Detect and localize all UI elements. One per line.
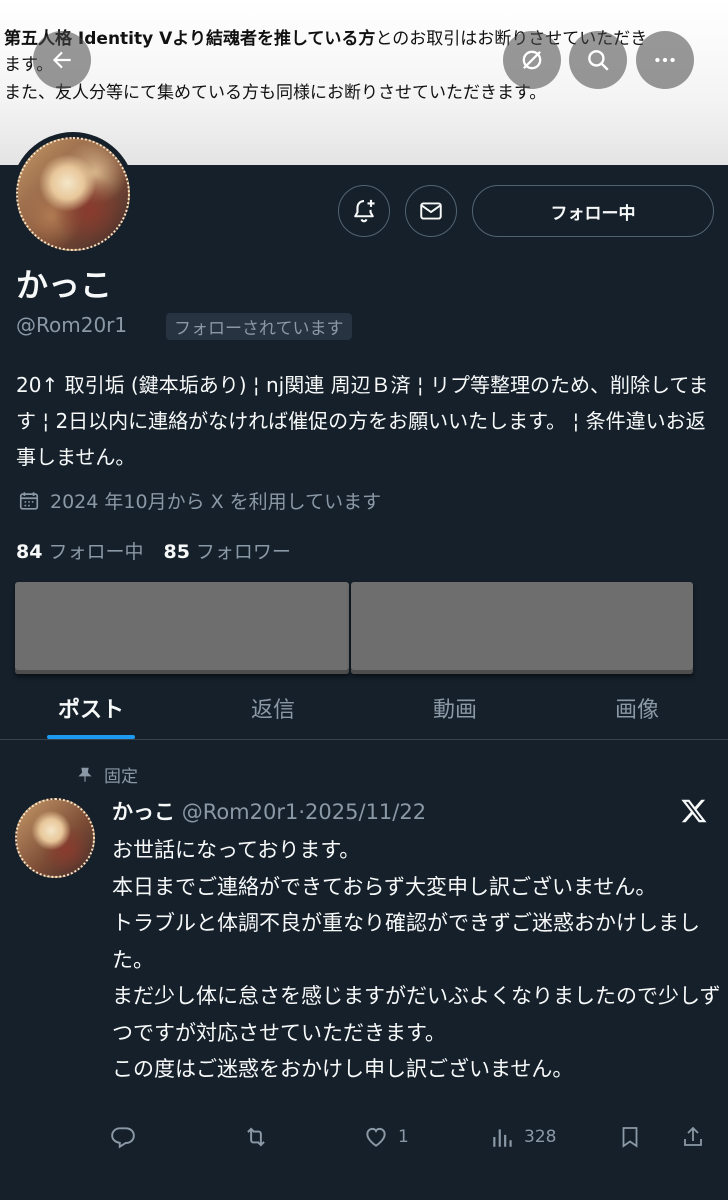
reply-button[interactable] [110, 1124, 136, 1150]
tab-posts[interactable]: ポスト [0, 676, 182, 739]
profile-tabs: ポスト 返信 動画 画像 [0, 676, 728, 740]
follow-counts: 84 フォロー中 85 フォロワー [16, 537, 291, 564]
pinned-indicator: 固定 [76, 762, 138, 787]
follows-you-badge: フォローされています [166, 313, 352, 340]
more-button[interactable] [636, 31, 694, 89]
profile-handle: @Rom20r1 [16, 313, 128, 337]
view-count: 328 [524, 1127, 557, 1147]
share-button[interactable] [681, 1124, 705, 1150]
followers-link[interactable]: 85 フォロワー [163, 537, 290, 564]
post-date[interactable]: 2025/11/22 [305, 800, 426, 824]
tab-media[interactable]: 画像 [546, 676, 728, 739]
like-button[interactable]: 1 [362, 1124, 409, 1150]
joined-date: 2024 年10月から X を利用しています [18, 487, 381, 514]
post-avatar[interactable] [15, 798, 95, 878]
redacted-block [351, 582, 693, 674]
more-icon [655, 57, 675, 63]
like-count: 1 [398, 1127, 409, 1147]
post-header: かっこ @Rom20r1·2025/11/22 [112, 796, 426, 826]
mute-button[interactable] [503, 31, 561, 89]
following-link[interactable]: 84 フォロー中 [16, 537, 143, 564]
profile-bio: 20↑ 取引垢 (鍵本垢あり) ¦ nj関連 周辺Ｂ済 ¦ リプ等整理のため、削… [16, 373, 709, 469]
repost-button[interactable] [242, 1124, 270, 1150]
post-body: お世話になっております。 本日までご連絡ができておらず大変申し訳ございません。 … [112, 838, 721, 1081]
bell-plus-icon [354, 199, 375, 223]
share-icon [684, 1126, 702, 1146]
back-arrow-icon [52, 51, 71, 69]
tab-videos[interactable]: 動画 [364, 676, 546, 739]
x-logo-icon [679, 796, 709, 830]
repost-icon [247, 1127, 265, 1147]
following-label: フォロー中 [48, 541, 144, 563]
pinned-label: 固定 [104, 767, 138, 787]
followers-count: 85 [163, 541, 190, 563]
tab-replies[interactable]: 返信 [182, 676, 364, 739]
followers-label: フォロワー [195, 541, 291, 563]
views-button[interactable]: 328 [490, 1124, 556, 1150]
profile-banner: 第五人格 Identity Vより結魂者を推している方とのお取引はお断りさせてい… [0, 0, 728, 165]
search-button[interactable] [569, 31, 627, 89]
profile-name: かっこ [16, 266, 113, 304]
bookmark-button[interactable] [618, 1124, 642, 1150]
avatar-image [16, 137, 130, 251]
profile-avatar[interactable] [11, 132, 135, 256]
banner-text-line2: また、友人分等にて集めている方も同様にお断りさせていただきます。 [4, 83, 547, 103]
post-actions: 1 328 [0, 1124, 728, 1154]
calendar-icon [19, 491, 39, 510]
envelope-icon [420, 202, 442, 220]
redacted-block [15, 582, 349, 674]
heart-icon [366, 1127, 386, 1147]
views-bar-chart-icon [493, 1129, 512, 1147]
bookmark-icon [622, 1127, 638, 1148]
mute-icon [522, 50, 542, 70]
joined-text: 2024 年10月から X を利用しています [50, 491, 382, 513]
notifications-button[interactable] [338, 185, 390, 237]
pin-icon [78, 767, 92, 782]
following-count: 84 [16, 541, 43, 563]
reply-icon [111, 1127, 135, 1149]
post-author[interactable]: かっこ [112, 800, 175, 824]
back-button[interactable] [33, 31, 91, 89]
post-handle[interactable]: @Rom20r1 [182, 800, 299, 824]
following-button[interactable]: フォロー中 [472, 185, 714, 237]
message-button[interactable] [405, 185, 457, 237]
search-icon [588, 50, 609, 71]
